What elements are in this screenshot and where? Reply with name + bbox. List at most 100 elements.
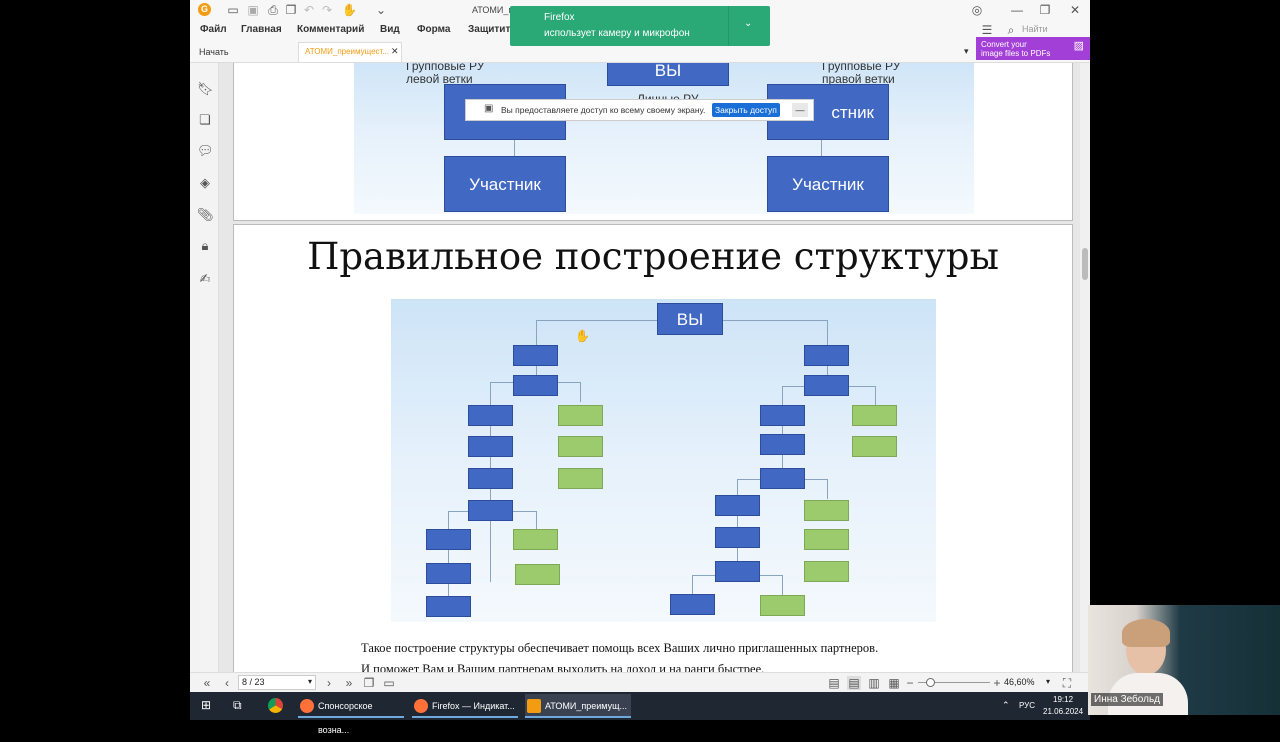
webcam-video: Инна Зебольд bbox=[1088, 605, 1280, 715]
you-box: ВЫ bbox=[607, 63, 729, 86]
signature-icon[interactable]: ✍︎ bbox=[197, 271, 213, 287]
thumbnail-view-icon[interactable]: ▦ bbox=[887, 676, 901, 690]
page-number-field[interactable]: 8 / 23 ▾ bbox=[238, 675, 316, 690]
firefox-icon bbox=[300, 699, 314, 713]
tab-close-icon[interactable]: ✕ bbox=[391, 46, 399, 57]
search-input[interactable]: Найти bbox=[1022, 24, 1048, 34]
screen-share-text: Вы предоставляете доступ ко всему своему… bbox=[501, 105, 706, 115]
windows-start-icon[interactable]: ⊞ bbox=[201, 699, 213, 711]
blue-box bbox=[513, 345, 558, 366]
facing-page-icon[interactable]: ▥ bbox=[867, 676, 881, 690]
zoom-in-icon[interactable]: + bbox=[990, 676, 1004, 690]
green-box bbox=[804, 500, 849, 521]
taskbar-app-label: Спонсорское вознa... bbox=[318, 701, 373, 735]
single-page-icon[interactable]: ▤ bbox=[827, 676, 841, 690]
navigation-panel: 🔖︎ ❏ 💬︎ ◈ 📎︎ 🔒︎ ✍︎ ▶ bbox=[190, 63, 225, 673]
page-dropdown-icon[interactable]: ▾ bbox=[308, 677, 312, 686]
image-icon: ▨ bbox=[1073, 40, 1084, 52]
convert-promo-banner[interactable]: Convert your image files to PDFs ▨ bbox=[976, 37, 1090, 60]
open-folder-icon[interactable]: ▭ bbox=[226, 3, 240, 17]
print-icon[interactable]: ⎙ bbox=[266, 3, 280, 17]
page-layout-icon[interactable]: ❐ bbox=[362, 676, 376, 690]
taskbar-app-label: Firefox — Индикат... bbox=[432, 701, 515, 711]
customize-dropdown-icon[interactable]: ⌄ bbox=[374, 3, 388, 17]
green-box bbox=[804, 561, 849, 582]
tray-chevron-icon[interactable]: ⌃ bbox=[1002, 700, 1010, 711]
ribbon-collapse-icon[interactable]: ▾ bbox=[964, 46, 969, 57]
pdf-page-8: Правильное построение структуры ВЫ ✋ Так… bbox=[233, 224, 1073, 673]
firefox-notification[interactable]: Firefox использует камеру и микрофон ⌄ bbox=[510, 6, 770, 46]
security-icon[interactable]: 🔒︎ bbox=[197, 238, 213, 254]
menu-form[interactable]: Форма bbox=[417, 24, 450, 35]
connector bbox=[536, 320, 537, 347]
blue-box bbox=[426, 596, 471, 617]
close-button[interactable]: ✕ bbox=[1068, 3, 1082, 17]
language-indicator[interactable]: РУС bbox=[1019, 701, 1035, 710]
pages-icon[interactable]: ❏ bbox=[197, 112, 213, 128]
zoom-slider[interactable] bbox=[918, 678, 990, 687]
task-view-icon[interactable]: ⧉ bbox=[233, 699, 242, 711]
blue-box bbox=[468, 405, 513, 426]
copy-icon[interactable]: ❐ bbox=[284, 3, 298, 17]
clock-time[interactable]: 19:12 bbox=[1053, 695, 1073, 704]
stop-sharing-button[interactable]: Закрыть доступ bbox=[712, 103, 780, 117]
participant-name-label: Инна Зебольд bbox=[1091, 693, 1164, 706]
taskbar-app-firefox-2[interactable]: Firefox — Индикат... bbox=[412, 694, 518, 718]
account-icon[interactable]: ◎ bbox=[970, 3, 984, 17]
connector bbox=[692, 575, 693, 595]
first-page-icon[interactable]: « bbox=[200, 676, 214, 690]
scrollbar-thumb[interactable] bbox=[1082, 248, 1088, 280]
hand-tool-icon[interactable]: ✋ bbox=[342, 3, 357, 17]
zoom-level[interactable]: 46,60% bbox=[1004, 677, 1035, 687]
firefox-notification-text: использует камеру и микрофон bbox=[544, 28, 690, 39]
vertical-scrollbar[interactable] bbox=[1080, 63, 1090, 673]
connector bbox=[782, 575, 783, 595]
restore-button[interactable]: ❐ bbox=[1038, 3, 1052, 17]
chrome-icon[interactable] bbox=[268, 698, 283, 713]
tab-document[interactable]: АТОМИ_преимущест... ✕ bbox=[298, 42, 402, 62]
fullscreen-icon[interactable]: ⛶ bbox=[1060, 676, 1074, 690]
blue-box bbox=[715, 561, 760, 582]
foxit-logo-icon bbox=[527, 699, 541, 713]
taskbar-app-firefox-1[interactable]: Спонсорское вознa... bbox=[298, 694, 404, 735]
tab-start[interactable]: Начать bbox=[199, 47, 229, 57]
taskbar-app-foxit[interactable]: АТОМИ_преимущ... bbox=[525, 694, 631, 718]
zoom-dropdown-icon[interactable]: ▾ bbox=[1046, 677, 1050, 686]
document-view[interactable]: Групповые РУ левой ветки Групповые РУ пр… bbox=[219, 63, 1080, 673]
green-box bbox=[558, 436, 603, 457]
continuous-page-icon[interactable]: ▤ bbox=[847, 676, 861, 690]
chevron-down-icon[interactable]: ⌄ bbox=[744, 18, 752, 29]
connector bbox=[721, 320, 827, 321]
last-page-icon[interactable]: » bbox=[342, 676, 356, 690]
connector bbox=[821, 140, 822, 156]
undo-icon[interactable]: ↶ bbox=[302, 3, 316, 17]
attachment-icon[interactable]: 📎︎ bbox=[197, 207, 214, 223]
clock-date[interactable]: 21.06.2024 bbox=[1043, 707, 1083, 716]
connector bbox=[580, 382, 581, 402]
next-page-icon[interactable]: › bbox=[322, 676, 336, 690]
minimize-share-bar-button[interactable]: — bbox=[792, 103, 808, 117]
comments-icon[interactable]: 💬︎ bbox=[197, 143, 214, 159]
zoom-out-icon[interactable]: − bbox=[903, 676, 917, 690]
bookmark-icon[interactable]: 🔖︎ bbox=[197, 81, 214, 97]
search-options-icon[interactable]: ☰ bbox=[980, 23, 994, 37]
menu-home[interactable]: Главная bbox=[241, 24, 282, 35]
menu-view[interactable]: Вид bbox=[380, 24, 400, 35]
extract-icon[interactable]: ▭ bbox=[382, 676, 396, 690]
menu-comment[interactable]: Комментарий bbox=[297, 24, 364, 35]
green-box bbox=[558, 405, 603, 426]
connector bbox=[827, 479, 828, 499]
foxit-logo-icon: G bbox=[198, 3, 211, 16]
blue-box bbox=[426, 563, 471, 584]
save-icon[interactable]: ▣ bbox=[246, 3, 260, 17]
screen-share-bar: ▣ Вы предоставляете доступ ко всему свое… bbox=[465, 99, 814, 121]
layers-icon[interactable]: ◈ bbox=[197, 175, 213, 191]
minimize-button[interactable]: — bbox=[1010, 3, 1024, 17]
zoom-slider-handle[interactable] bbox=[926, 678, 935, 687]
redo-icon[interactable]: ↷ bbox=[320, 3, 334, 17]
green-box bbox=[558, 468, 603, 489]
firefox-notification-title: Firefox bbox=[544, 12, 575, 23]
menu-file[interactable]: Файл bbox=[200, 24, 227, 35]
prev-page-icon[interactable]: ‹ bbox=[220, 676, 234, 690]
tab-document-label: АТОМИ_преимущест... bbox=[305, 47, 389, 56]
